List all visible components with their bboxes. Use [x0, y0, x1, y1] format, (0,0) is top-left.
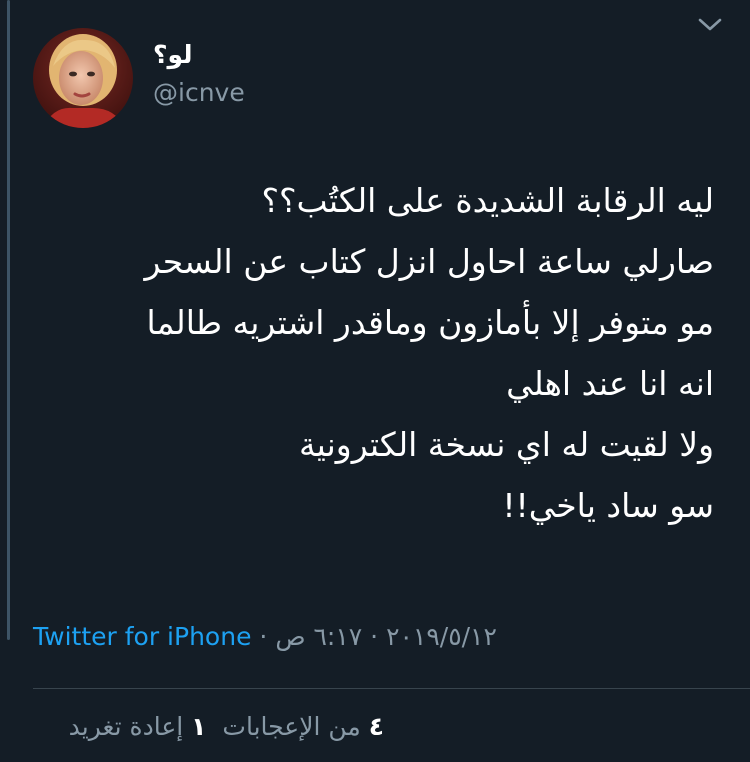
tweet-metadata: Twitter for iPhone · ٢٠١٩/٥/١٢ · ٦:١٧ ص: [33, 622, 497, 651]
tweet-text: ليه الرقابة الشديدة على الكتُب؟؟ صارلي س…: [34, 170, 714, 536]
tweet-text-line: سو ساد ياخي!!: [502, 486, 714, 525]
tweet-detail: لو؟ @icnve ليه الرقابة الشديدة على الكتُ…: [0, 0, 750, 762]
likes-label: من الإعجابات: [222, 712, 361, 741]
tweet-stats: ٤ من الإعجابات ١ إعادة تغريد: [69, 712, 384, 741]
retweets-stat[interactable]: ١ إعادة تغريد: [69, 712, 207, 741]
tweet-text-line: ليه الرقابة الشديدة على الكتُب؟؟: [261, 181, 714, 220]
likes-count: ٤: [368, 712, 384, 741]
divider: [33, 688, 750, 689]
meta-separator: ·: [370, 622, 379, 651]
tweet-text-line: صارلي ساعة احاول انزل كتاب عن السحر: [144, 242, 714, 281]
tweet-text-line: انه انا عند اهلي: [506, 364, 714, 403]
tweet-text-line: ولا لقيت له اي نسخة الكترونية: [298, 425, 714, 464]
retweets-label: إعادة تغريد: [68, 712, 184, 741]
tweet-date[interactable]: ٢٠١٩/٥/١٢: [386, 622, 497, 651]
display-name[interactable]: لو؟: [153, 40, 193, 69]
likes-stat[interactable]: ٤ من الإعجابات: [222, 712, 384, 741]
retweets-count: ١: [191, 712, 207, 741]
user-handle[interactable]: @icnve: [153, 78, 245, 107]
tweet-source-link[interactable]: Twitter for iPhone: [33, 622, 251, 651]
chevron-down-icon[interactable]: [690, 10, 730, 40]
tweet-text-line: مو متوفر إلا بأمازون وماقدر اشتريه طالما: [146, 303, 714, 342]
tweet-time[interactable]: ٦:١٧ ص: [275, 622, 362, 651]
avatar[interactable]: [33, 28, 133, 128]
meta-separator: ·: [259, 622, 268, 651]
thread-line: [7, 0, 10, 640]
